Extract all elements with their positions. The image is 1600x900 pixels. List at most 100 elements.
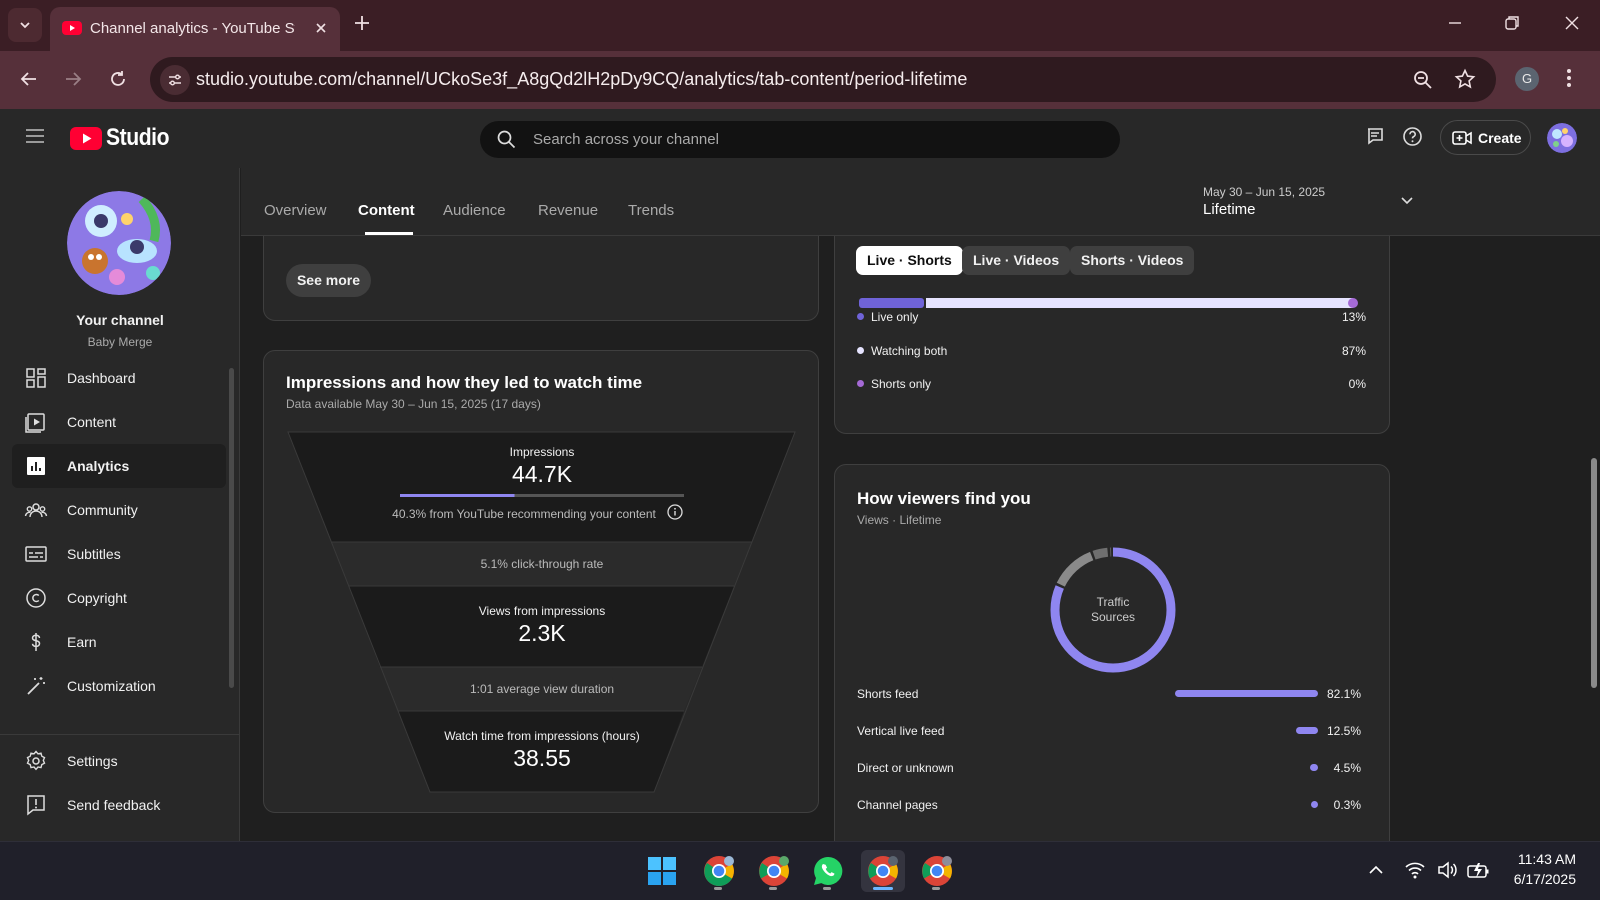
funnel-title: Impressions and how they led to watch ti… (286, 373, 643, 392)
taskbar-whatsapp[interactable] (806, 850, 850, 892)
ctr-text: 5.1% click-through rate (480, 557, 604, 571)
volume-icon[interactable] (1436, 860, 1458, 880)
youtube-studio-logo[interactable]: Studio (70, 124, 178, 152)
traffic-source-label: Channel pages (857, 798, 938, 812)
taskbar-chrome-4[interactable] (915, 850, 959, 892)
taskbar-chrome-1[interactable] (697, 850, 741, 892)
tab-overview[interactable]: Overview (264, 202, 327, 219)
minimize-icon[interactable] (1446, 14, 1464, 32)
forward-arrow-icon[interactable] (62, 68, 84, 90)
channel-name: Baby Merge (87, 335, 153, 349)
chrome-icon (922, 856, 952, 886)
new-tab-icon[interactable] (352, 13, 372, 33)
show-hidden-icons-icon[interactable] (1368, 864, 1384, 876)
sidebar: Your channel Baby Merge Dashboard Conten… (0, 168, 240, 841)
traffic-row-direct-or-unknown[interactable]: Direct or unknown 4.5% (857, 758, 1361, 778)
gear-icon (26, 750, 46, 771)
browser-titlebar: Channel analytics - YouTube Studio (0, 0, 1600, 51)
funnel-views: Views from impressions 2.3K (264, 604, 820, 647)
legend-dot (857, 380, 864, 387)
address-bar[interactable]: studio.youtube.com/channel/UCkoSe3f_A8gQ… (150, 57, 1496, 102)
studio-header: Studio Search across your channel Create (0, 109, 1600, 168)
traffic-row-vertical-live-feed[interactable]: Vertical live feed 12.5% (857, 721, 1361, 741)
browser-profile-avatar[interactable]: G (1515, 67, 1539, 91)
legend-label: Live only (871, 310, 919, 324)
sidebar-item-content[interactable]: Content (12, 400, 226, 444)
battery-charging-icon[interactable] (1466, 860, 1490, 880)
back-arrow-icon[interactable] (18, 68, 40, 90)
info-icon[interactable] (667, 504, 683, 520)
views-value: 2.3K (518, 620, 566, 646)
tab-audience[interactable]: Audience (443, 202, 506, 219)
views-label: Views from impressions (478, 604, 606, 618)
restore-icon[interactable] (1503, 14, 1521, 32)
funnel-recommend-row: 40.3% from YouTube recommending your con… (264, 505, 784, 523)
feedback-icon (27, 795, 45, 816)
browser-menu-icon[interactable] (1566, 67, 1572, 89)
bookmark-star-icon[interactable] (1454, 68, 1476, 90)
traffic-row-channel-pages[interactable]: Channel pages 0.3% (857, 795, 1361, 815)
chip-shorts-videos[interactable]: Shorts · Videos (1070, 246, 1195, 275)
sidebar-item-community[interactable]: Community (12, 488, 226, 532)
traffic-source-label: Vertical live feed (857, 724, 945, 738)
sidebar-item-send-feedback[interactable]: Send feedback (12, 783, 226, 827)
chevron-down-icon[interactable] (1399, 192, 1415, 208)
channel-title: Your channel (76, 312, 164, 328)
traffic-row-shorts-feed[interactable]: Shorts feed 82.1% (857, 684, 1361, 704)
sidebar-item-settings[interactable]: Settings (12, 739, 226, 783)
impressions-value: 44.7K (511, 461, 573, 487)
zoom-icon[interactable] (1412, 69, 1434, 91)
tray-time[interactable]: 11:43 AM (1490, 851, 1576, 867)
windows-start-button[interactable] (640, 850, 684, 892)
sidebar-item-analytics[interactable]: Analytics (12, 444, 226, 488)
create-button[interactable]: Create (1440, 120, 1531, 155)
hamburger-menu-icon[interactable] (25, 128, 45, 144)
legend-label: Watching both (871, 344, 948, 358)
channel-avatar[interactable] (67, 191, 171, 295)
sidebar-item-copyright[interactable]: Copyright (12, 576, 226, 620)
wifi-icon[interactable] (1404, 860, 1426, 880)
url-text: studio.youtube.com/channel/UCkoSe3f_A8gQ… (196, 69, 968, 89)
sidebar-item-customization[interactable]: Customization (12, 664, 226, 708)
recommendation-bar-fill (400, 494, 515, 497)
tab-revenue[interactable]: Revenue (538, 202, 598, 219)
site-info-icon[interactable] (160, 65, 190, 95)
sidebar-item-dashboard[interactable]: Dashboard (12, 356, 226, 400)
traffic-source-value: 0.3% (1333, 798, 1361, 812)
chrome-icon (704, 856, 734, 887)
sidebar-item-label: Content (67, 414, 117, 430)
tab-trends[interactable]: Trends (628, 202, 674, 219)
tab-content[interactable]: Content (358, 202, 415, 219)
sidebar-scrollbar[interactable] (229, 368, 234, 688)
browser-tab-active[interactable]: Channel analytics - YouTube Studio (50, 7, 340, 51)
overlap-row-watching-both: Watching both 87% (857, 344, 1366, 358)
main-scrollbar[interactable] (1591, 458, 1597, 688)
search-input[interactable]: Search across your channel (480, 121, 1120, 158)
date-range-text: May 30 – Jun 15, 2025 (1203, 185, 1326, 199)
watch-time-label: Watch time from impressions (hours) (444, 729, 640, 743)
traffic-source-value: 12.5% (1326, 724, 1361, 738)
funnel-watch-time: Watch time from impressions (hours) 38.5… (264, 729, 820, 772)
tab-search-button[interactable] (8, 8, 42, 42)
content-icon (25, 413, 45, 433)
overlap-segment-live-only (859, 298, 924, 308)
analytics-tabs-bar: Overview Content Audience Revenue Trends… (241, 168, 1600, 236)
browser-tab-title: Channel analytics - YouTube Studio (90, 20, 295, 37)
reload-icon[interactable] (107, 68, 129, 90)
sidebar-item-earn[interactable]: Earn (12, 620, 226, 664)
tray-date[interactable]: 6/17/2025 (1490, 871, 1576, 887)
sidebar-item-label: Analytics (67, 458, 130, 474)
window-close-icon[interactable] (1563, 14, 1581, 32)
account-avatar[interactable] (1547, 123, 1577, 153)
chip-live-shorts[interactable]: Live · Shorts (856, 246, 963, 275)
donut-center-label: Traffic Sources (1090, 595, 1136, 624)
taskbar-chrome-active[interactable] (861, 850, 905, 892)
taskbar-chrome-2[interactable] (752, 850, 796, 892)
see-more-button[interactable]: See more (286, 264, 371, 297)
tab-close-icon[interactable] (312, 19, 330, 37)
sidebar-item-subtitles[interactable]: Subtitles (12, 532, 226, 576)
messages-icon[interactable] (1365, 126, 1385, 146)
chip-live-videos[interactable]: Live · Videos (962, 246, 1071, 275)
customization-icon (27, 677, 45, 695)
help-icon[interactable] (1402, 126, 1423, 147)
